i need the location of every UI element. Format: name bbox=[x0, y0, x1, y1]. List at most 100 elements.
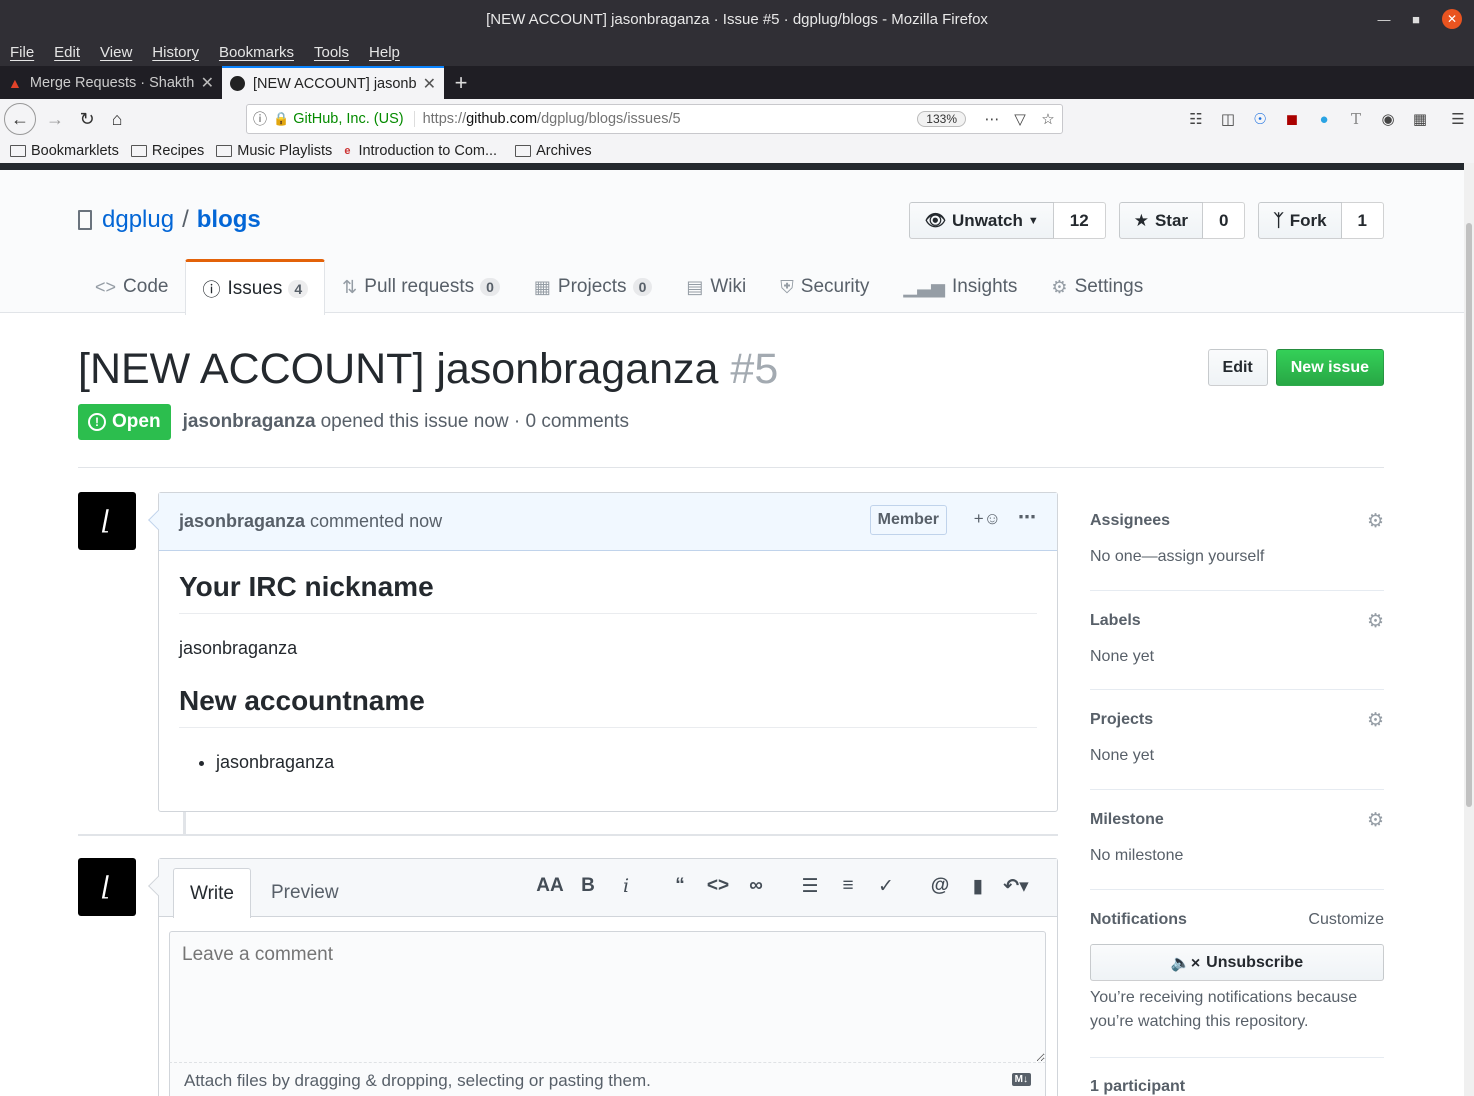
minimize-icon[interactable]: — bbox=[1374, 9, 1394, 29]
menu-history[interactable]: History bbox=[152, 44, 199, 61]
gear-icon[interactable]: ⚙ bbox=[1367, 510, 1384, 533]
extensions-icon[interactable]: ▦ bbox=[1404, 110, 1436, 128]
account-icon[interactable]: ◉ bbox=[1372, 110, 1404, 128]
sidebar-heading[interactable]: Projects bbox=[1090, 711, 1153, 729]
code-icon[interactable]: <> bbox=[699, 875, 737, 898]
tab-preview[interactable]: Preview bbox=[255, 868, 355, 918]
file-attach-area[interactable]: Attach files by dragging & dropping, sel… bbox=[169, 1063, 1046, 1096]
tab-security[interactable]: ⛨ Security bbox=[763, 259, 886, 314]
tab-merge-requests[interactable]: ▲ Merge Requests · Shakthi ✕ bbox=[0, 66, 222, 99]
menu-tools[interactable]: Tools bbox=[314, 44, 349, 61]
sidebar-heading[interactable]: Labels bbox=[1090, 612, 1141, 630]
star-label: Star bbox=[1154, 210, 1189, 230]
gear-icon[interactable]: ⚙ bbox=[1367, 809, 1384, 832]
issue-author-link[interactable]: jasonbraganza bbox=[183, 411, 316, 433]
header-text-icon[interactable]: AA bbox=[531, 875, 569, 898]
site-identity[interactable]: GitHub, Inc. (US) bbox=[293, 111, 415, 127]
mention-icon[interactable]: @ bbox=[921, 875, 959, 898]
tab-code[interactable]: <> Code bbox=[78, 259, 185, 314]
password-manager-icon[interactable]: ☉ bbox=[1244, 110, 1276, 128]
url-text[interactable]: https://github.com/dgplug/blogs/issues/5 bbox=[423, 111, 918, 127]
tab-issues-label: Issues bbox=[227, 277, 283, 299]
sidebar-heading[interactable]: Assignees bbox=[1090, 512, 1170, 530]
tab-projects[interactable]: ▦ Projects 0 bbox=[517, 259, 669, 314]
page-scrollbar[interactable] bbox=[1464, 163, 1474, 1096]
link-icon[interactable]: ∞ bbox=[737, 875, 775, 898]
ublock-icon[interactable]: ◼ bbox=[1276, 110, 1308, 128]
comment-time[interactable]: commented now bbox=[310, 511, 442, 532]
reload-button[interactable]: ↻ bbox=[72, 104, 102, 134]
new-issue-button[interactable]: New issue bbox=[1275, 349, 1384, 386]
close-tab-icon[interactable]: ✕ bbox=[201, 73, 214, 93]
markdown-icon[interactable]: M↓ bbox=[1011, 1073, 1031, 1086]
gear-icon[interactable]: ⚙ bbox=[1367, 610, 1384, 633]
close-window-icon[interactable]: ✕ bbox=[1442, 9, 1462, 29]
zoom-indicator[interactable]: 133% bbox=[917, 111, 966, 127]
bookmark-folder[interactable]: Archives bbox=[515, 143, 592, 159]
unordered-list-icon[interactable]: ☰ bbox=[791, 875, 829, 898]
sidebar-icon[interactable]: ◫ bbox=[1212, 110, 1244, 128]
gear-icon[interactable]: ⚙ bbox=[1367, 709, 1384, 732]
forks-count[interactable]: 1 bbox=[1341, 202, 1384, 239]
star-button[interactable]: ★ Star bbox=[1118, 202, 1204, 239]
navigation-toolbar: ← → ↻ ⌂ ⓘ 🔒 GitHub, Inc. (US) https://gi… bbox=[0, 99, 1474, 139]
maximize-icon[interactable]: ■ bbox=[1406, 9, 1426, 29]
tab-wiki[interactable]: ▤ Wiki bbox=[669, 259, 763, 314]
unwatch-button[interactable]: 👁 Unwatch ▼ bbox=[909, 202, 1054, 239]
comment-textarea[interactable] bbox=[169, 931, 1046, 1063]
bookmark-link[interactable]: e Introduction to Com... bbox=[344, 143, 497, 159]
add-reaction-icon[interactable]: +☺ bbox=[974, 509, 1001, 529]
italic-icon[interactable]: i bbox=[607, 875, 645, 898]
avatar[interactable]: ⌊ bbox=[78, 858, 136, 916]
font-icon[interactable]: T bbox=[1340, 110, 1372, 128]
edit-button[interactable]: Edit bbox=[1207, 349, 1268, 386]
bookmark-folder[interactable]: Music Playlists bbox=[216, 143, 332, 159]
tab-insights[interactable]: ▁▃▅ Insights bbox=[886, 259, 1034, 314]
lock-icon[interactable]: 🔒 bbox=[273, 111, 289, 127]
info-icon[interactable]: ⓘ bbox=[247, 109, 273, 129]
ghost-icon[interactable]: ● bbox=[1308, 111, 1340, 128]
page-actions-icon[interactable]: ⋯ bbox=[978, 110, 1006, 128]
forward-button[interactable]: → bbox=[40, 104, 70, 134]
scrollbar-thumb[interactable] bbox=[1466, 223, 1472, 807]
menu-file[interactable]: File bbox=[10, 44, 34, 61]
stargazers-count[interactable]: 0 bbox=[1203, 202, 1246, 239]
sidebar-value[interactable]: No one—assign yourself bbox=[1090, 548, 1264, 566]
new-tab-button[interactable]: + bbox=[444, 66, 478, 99]
tab-pull-requests[interactable]: ⇅ Pull requests 0 bbox=[325, 259, 517, 314]
bookmark-folder[interactable]: Bookmarklets bbox=[10, 143, 119, 159]
menu-edit[interactable]: Edit bbox=[54, 44, 80, 61]
tab-settings[interactable]: ⚙ Settings bbox=[1034, 259, 1160, 314]
ordered-list-icon[interactable]: ≡ bbox=[829, 875, 867, 898]
repo-owner-link[interactable]: dgplug bbox=[102, 206, 174, 234]
sidebar-heading[interactable]: Milestone bbox=[1090, 811, 1164, 829]
menu-bookmarks[interactable]: Bookmarks bbox=[219, 44, 294, 61]
bookmark-star-icon[interactable]: ☆ bbox=[1034, 110, 1062, 128]
watchers-count[interactable]: 12 bbox=[1053, 202, 1106, 239]
tab-write[interactable]: Write bbox=[173, 868, 251, 918]
home-button[interactable]: ⌂ bbox=[102, 104, 132, 134]
fork-button[interactable]: ᛉ Fork bbox=[1258, 202, 1342, 239]
tab-issue[interactable]: [NEW ACCOUNT] jasonbraganza ✕ bbox=[222, 66, 444, 99]
bookmark-folder[interactable]: Recipes bbox=[130, 143, 204, 159]
pocket-icon[interactable]: ▽ bbox=[1006, 110, 1034, 128]
back-button[interactable]: ← bbox=[4, 103, 36, 135]
menu-view[interactable]: View bbox=[100, 44, 132, 61]
library-icon[interactable]: ☷ bbox=[1180, 110, 1212, 128]
close-tab-icon[interactable]: ✕ bbox=[423, 74, 436, 94]
more-options-icon[interactable]: ⋯ bbox=[1018, 507, 1037, 528]
tab-issues[interactable]: ⓘ Issues 4 bbox=[185, 259, 326, 315]
avatar[interactable]: ⌊ bbox=[78, 492, 136, 550]
comment-author-link[interactable]: jasonbraganza bbox=[179, 511, 305, 532]
task-list-icon[interactable]: ✓ bbox=[867, 875, 905, 898]
unsubscribe-button[interactable]: 🔈× Unsubscribe bbox=[1090, 944, 1384, 981]
repo-name-link[interactable]: blogs bbox=[197, 206, 261, 234]
url-bar[interactable]: ⓘ 🔒 GitHub, Inc. (US) https://github.com… bbox=[246, 104, 1063, 134]
customize-link[interactable]: Customize bbox=[1308, 911, 1384, 929]
quote-icon[interactable]: “ bbox=[661, 875, 699, 898]
hamburger-menu-icon[interactable]: ☰ bbox=[1442, 110, 1474, 128]
bold-icon[interactable]: B bbox=[569, 875, 607, 898]
menu-help[interactable]: Help bbox=[369, 44, 400, 61]
reply-icon[interactable]: ↶▾ bbox=[997, 875, 1035, 898]
bookmark-icon[interactable]: ▮ bbox=[959, 875, 997, 898]
